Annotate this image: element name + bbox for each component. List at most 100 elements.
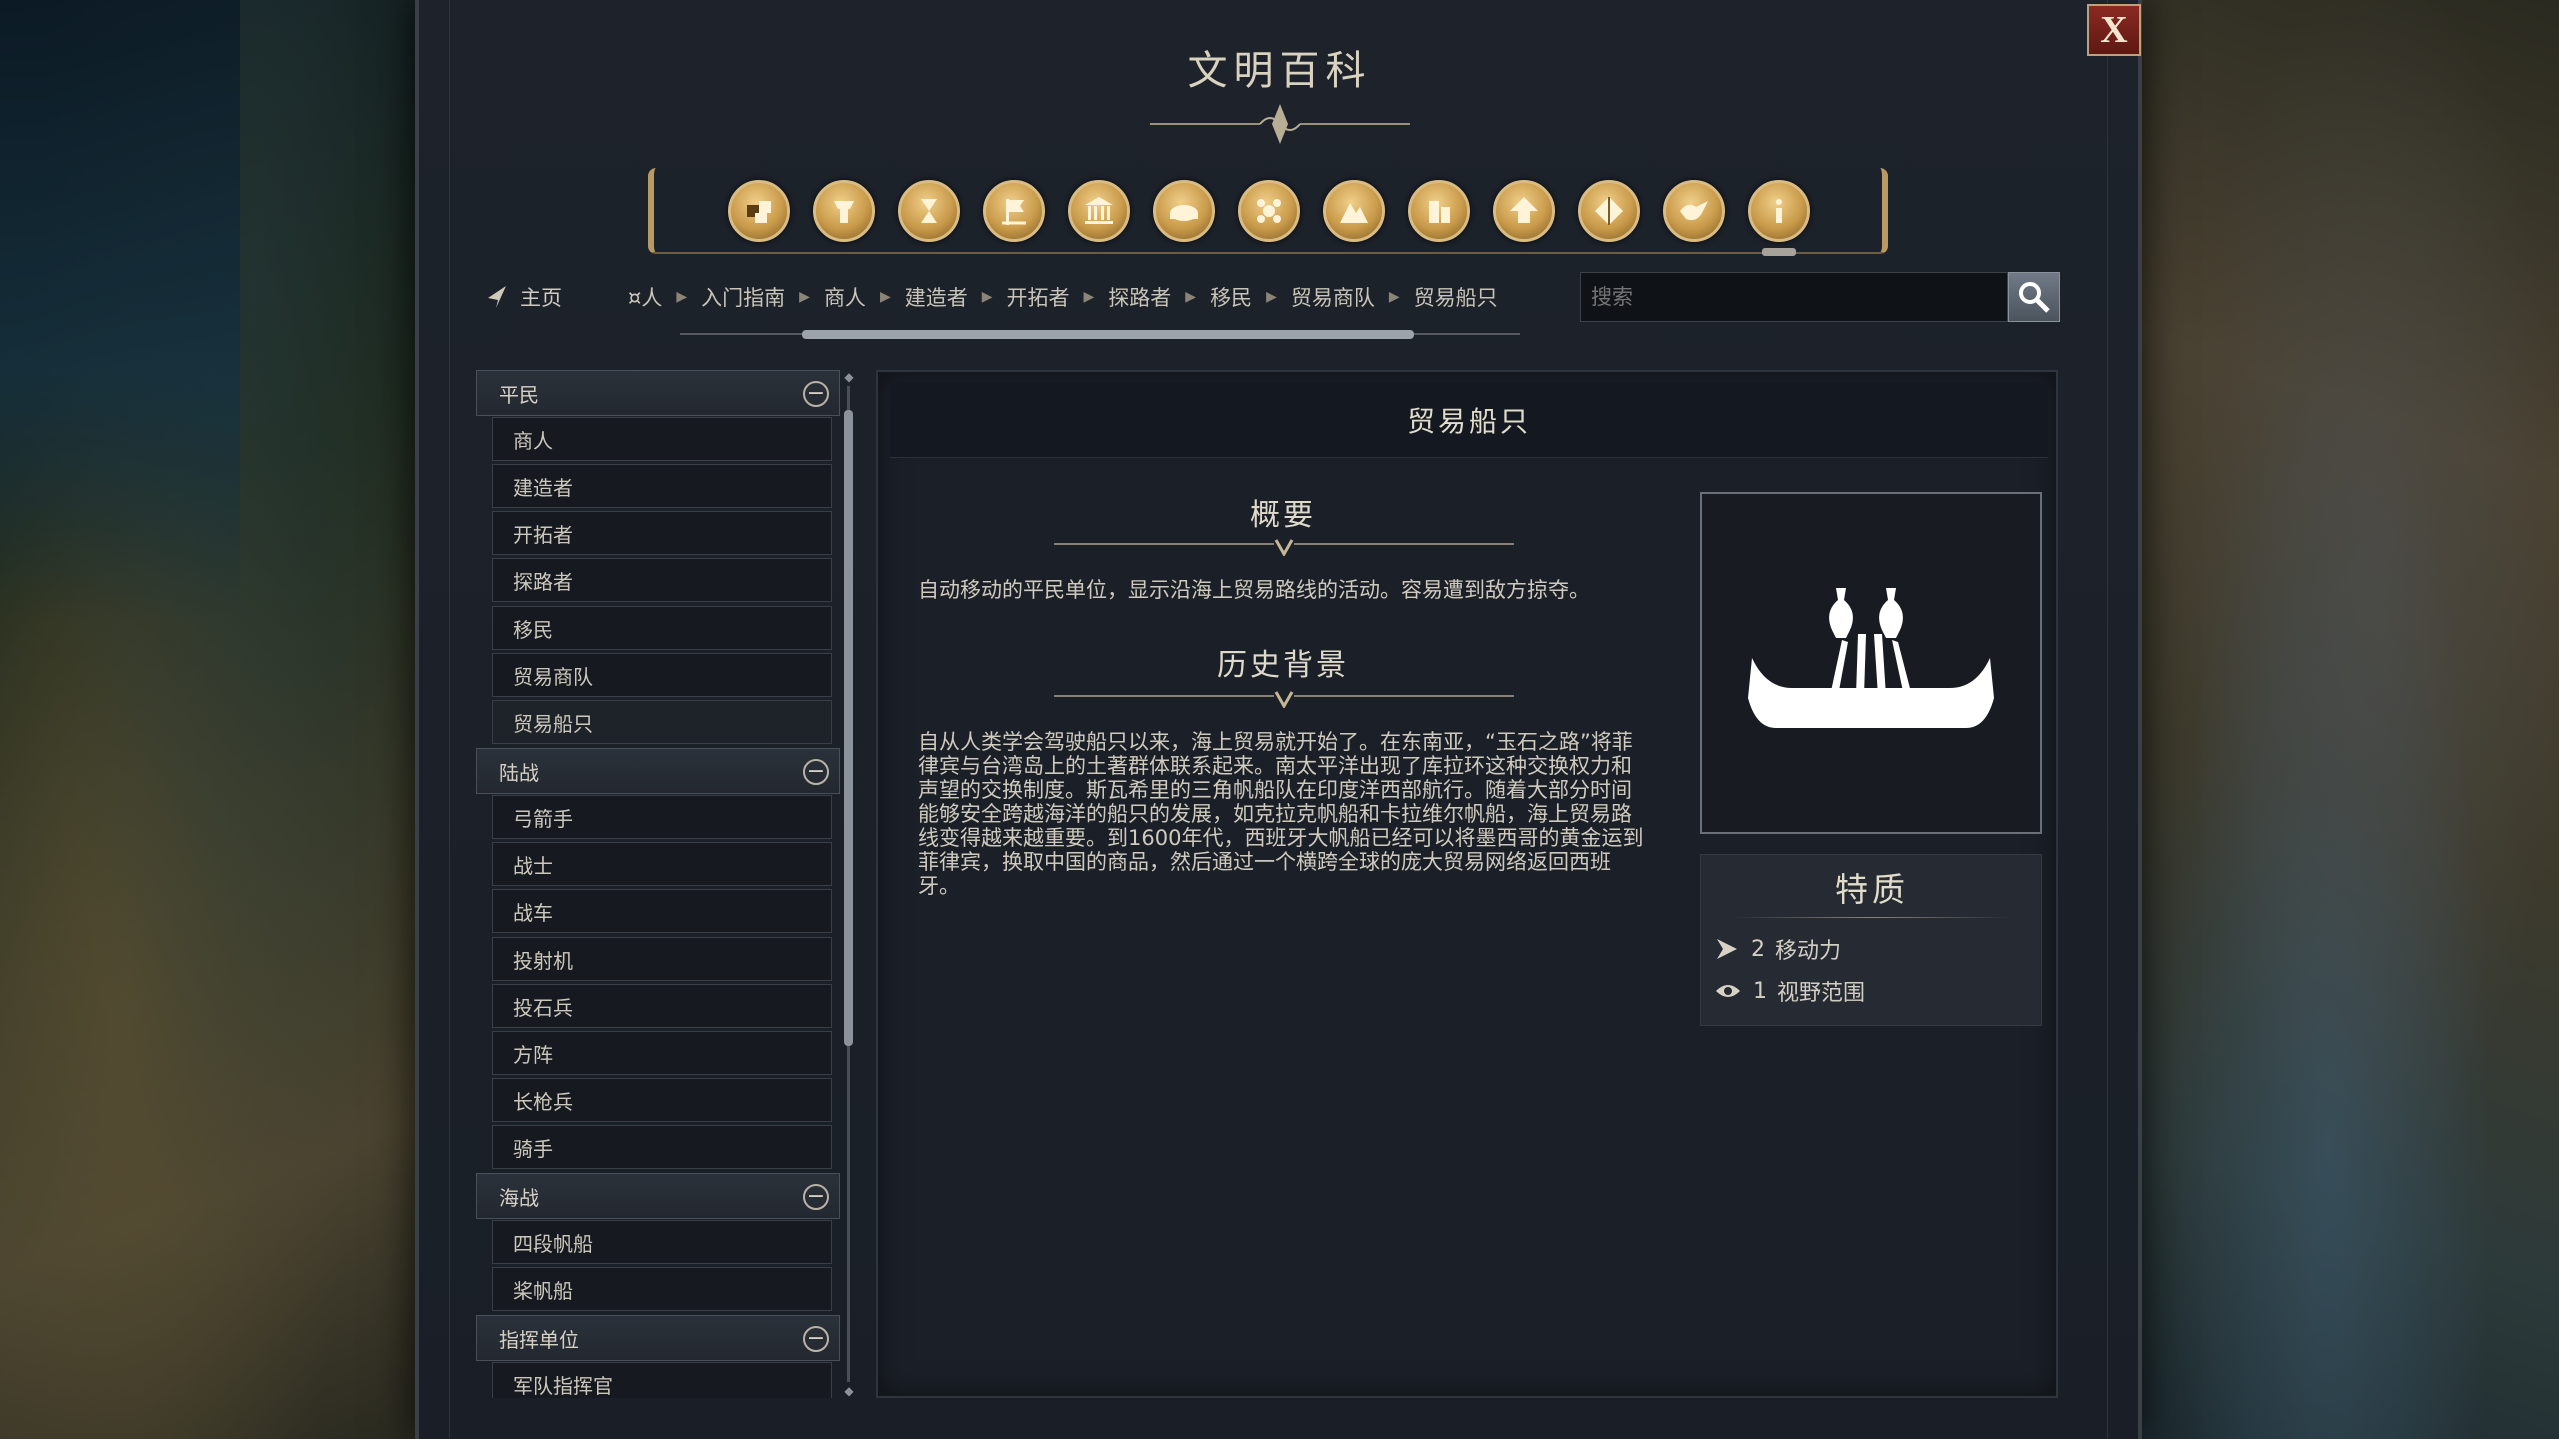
detail-title: 贸易船只 [890, 382, 2048, 458]
breadcrumb-item[interactable]: ¤人 [628, 282, 662, 312]
list-item[interactable]: 探路者 [492, 558, 832, 602]
resources-icon[interactable] [1153, 180, 1215, 242]
search-input[interactable] [1580, 272, 2008, 322]
unit-portrait [1700, 492, 2042, 834]
category-label: 平民 [499, 382, 539, 407]
list-item[interactable]: 贸易商队 [492, 653, 832, 697]
list-item[interactable]: 建造者 [492, 464, 832, 508]
category-land-combat[interactable]: 陆战 − [476, 748, 840, 794]
breadcrumb-item[interactable]: 建造者 [905, 282, 968, 312]
search-button[interactable] [2008, 272, 2060, 322]
breadcrumb-separator-icon: ▶ [1266, 289, 1277, 305]
breadcrumb-separator-icon: ▶ [676, 289, 688, 305]
overview-text: 自动移动的平民单位，显示沿海上贸易路线的活动。容易遭到敌方掠夺。 [918, 578, 1590, 602]
collapse-icon[interactable]: − [803, 759, 829, 785]
list-item[interactable]: 四段帆船 [492, 1220, 832, 1264]
districts-icon[interactable] [1408, 180, 1470, 242]
list-item[interactable]: 投射机 [492, 937, 832, 981]
search-box [1580, 272, 2060, 322]
list-item[interactable]: 桨帆船 [492, 1267, 832, 1311]
movement-arrow-icon [1717, 939, 1737, 959]
sidebar-scrollbar[interactable]: ◆ ◆ [840, 370, 858, 1398]
breadcrumb-separator-icon: ▶ [981, 289, 993, 305]
history-heading: 历史背景 [1217, 648, 1349, 683]
breadcrumb-separator-icon: ▶ [1388, 289, 1400, 305]
technology-icon[interactable] [1578, 180, 1640, 242]
history-text: 自从人类学会驾驶船只以来，海上贸易就开始了。在东南亚，“玉石之路”将菲律宾与台湾… [918, 730, 1644, 898]
list-item[interactable]: 商人 [492, 417, 832, 461]
detail-panel: 贸易船只 概要 自动移动的平民单位，显示沿海上贸易路线的活动。容易遭到敌方掠夺。… [876, 370, 2058, 1398]
category-label: 指挥单位 [499, 1327, 579, 1352]
traits-heading: 特质 [1835, 870, 1909, 909]
breadcrumb-item[interactable]: 探路者 [1108, 282, 1171, 312]
collapse-icon[interactable]: − [803, 1326, 829, 1352]
selected-icon-indicator [1762, 248, 1796, 256]
section-ornament [1054, 691, 1514, 708]
section-ornament [1054, 539, 1514, 556]
civilizations-icon[interactable] [983, 180, 1045, 242]
trait-value: 2 [1751, 936, 1765, 962]
breadcrumb-item[interactable]: 贸易商队 [1291, 282, 1375, 312]
diplomacy-icon[interactable] [1663, 180, 1725, 242]
category-civilian[interactable]: 平民 − [476, 370, 840, 416]
home-label: 主页 [520, 286, 562, 310]
list-item[interactable]: 军队指挥官 [492, 1362, 832, 1398]
scroll-down-icon[interactable]: ◆ [842, 1384, 856, 1398]
collapse-icon[interactable]: − [803, 1184, 829, 1210]
breadcrumb-scroll-thumb[interactable] [802, 330, 1414, 339]
buildings-icon[interactable] [813, 180, 875, 242]
trait-movement: 2 移动力 [1715, 933, 1841, 965]
scroll-up-icon[interactable]: ◆ [842, 370, 856, 384]
government-icon[interactable] [1068, 180, 1130, 242]
back-arrow-icon [488, 286, 506, 308]
trait-sight: 1 视野范围 [1715, 975, 1865, 1007]
upgrades-icon[interactable] [1493, 180, 1555, 242]
category-naval-combat[interactable]: 海战 − [476, 1173, 840, 1219]
trait-label: 移动力 [1775, 939, 1842, 964]
list-item[interactable]: 战士 [492, 842, 832, 886]
trade-ship-icon [1748, 588, 1994, 728]
breadcrumb-separator-icon: ▶ [879, 289, 891, 305]
category-label: 陆战 [499, 760, 539, 785]
breadcrumb-separator-icon: ▶ [1083, 289, 1095, 305]
breadcrumb-separator-icon: ▶ [1185, 289, 1197, 305]
sidebar-scroll-thumb[interactable] [844, 410, 853, 1046]
list-item[interactable]: 开拓者 [492, 511, 832, 555]
list-item[interactable]: 骑手 [492, 1125, 832, 1169]
trait-value: 1 [1753, 978, 1767, 1004]
breadcrumb-item-current[interactable]: 贸易船只 [1414, 282, 1498, 312]
list-item[interactable]: 方阵 [492, 1031, 832, 1075]
overview-heading: 概要 [1250, 498, 1316, 533]
category-commanders[interactable]: 指挥单位 − [476, 1315, 840, 1361]
breadcrumb-separator-icon: ▶ [799, 289, 810, 305]
traits-box: 特质 2 移动力 1 视野范围 [1700, 854, 2042, 1026]
search-icon [2019, 282, 2050, 313]
list-item[interactable]: 移民 [492, 606, 832, 650]
sidebar-list: 平民 − 商人 建造者 开拓者 探路者 移民 贸易商队 贸易船只 陆战 − 弓箭… [476, 370, 840, 1398]
map-background-left [0, 0, 420, 1439]
breadcrumb-item[interactable]: 商人 [824, 282, 866, 312]
terrain-icon[interactable] [1323, 180, 1385, 242]
breadcrumb-item[interactable]: 入门指南 [701, 282, 785, 312]
units-icon[interactable] [728, 180, 790, 242]
category-icon-bar [648, 168, 1888, 256]
breadcrumb: ¤人 ▶ 入门指南 ▶ 商人 ▶ 建造者 ▶ 开拓者 ▶ 探路者 ▶ 移民 ▶ … [628, 282, 1498, 312]
list-item[interactable]: 长枪兵 [492, 1078, 832, 1122]
page-title: 文明百科 [1187, 48, 1372, 94]
religion-icon[interactable] [1238, 180, 1300, 242]
title-ornament [1150, 104, 1410, 144]
trait-label: 视野范围 [1777, 981, 1866, 1006]
breadcrumb-item[interactable]: 移民 [1210, 282, 1252, 312]
breadcrumb-scrollbar[interactable] [660, 328, 1540, 340]
list-item[interactable]: 战车 [492, 889, 832, 933]
breadcrumb-item[interactable]: 开拓者 [1007, 282, 1070, 312]
traits-divider [1731, 917, 2013, 918]
home-link[interactable]: 主页 [484, 282, 562, 312]
collapse-icon[interactable]: − [803, 381, 829, 407]
eras-icon[interactable] [898, 180, 960, 242]
list-item[interactable]: 弓箭手 [492, 795, 832, 839]
info-icon[interactable] [1748, 180, 1810, 242]
list-item-selected[interactable]: 贸易船只 [492, 700, 832, 744]
list-item[interactable]: 投石兵 [492, 984, 832, 1028]
category-label: 海战 [499, 1185, 539, 1210]
